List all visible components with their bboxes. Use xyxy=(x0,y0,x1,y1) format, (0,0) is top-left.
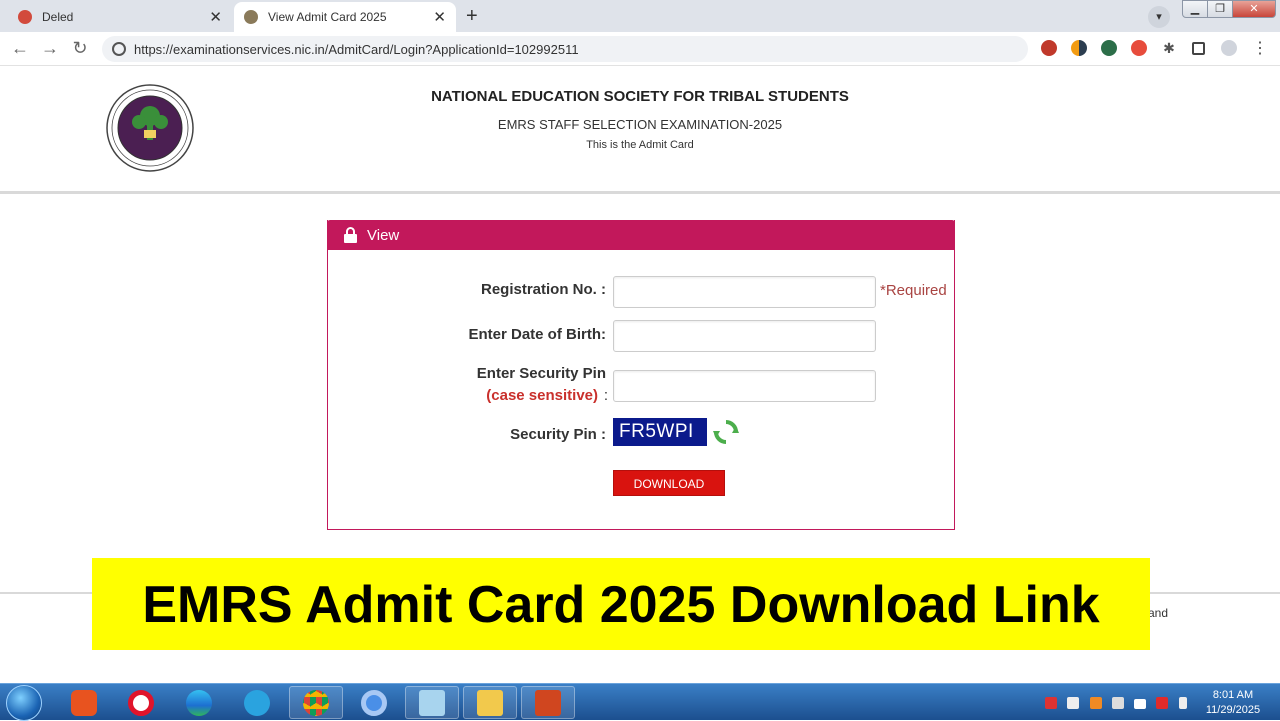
tab-title: View Admit Card 2025 xyxy=(268,10,387,24)
tray-flag-icon[interactable] xyxy=(1112,697,1124,709)
clock-date: 11/29/2025 xyxy=(1205,704,1261,716)
refresh-captcha-icon[interactable] xyxy=(712,418,740,446)
page-header: NATIONAL EDUCATION SOCIETY FOR TRIBAL ST… xyxy=(0,66,1280,194)
tab-deled[interactable]: Deled ✕ xyxy=(8,2,232,32)
menu-kebab-icon[interactable]: ⋮ xyxy=(1252,38,1268,58)
panel-title: View xyxy=(367,226,400,244)
opera-icon xyxy=(128,689,154,716)
folder-icon xyxy=(477,689,503,716)
taskbar-notepad[interactable] xyxy=(405,686,459,719)
security-pin-input[interactable] xyxy=(613,370,876,402)
url-text: https://examinationservices.nic.in/Admit… xyxy=(134,41,579,57)
promo-banner: EMRS Admit Card 2025 Download Link xyxy=(92,558,1150,650)
tab-view-admit-card[interactable]: View Admit Card 2025 ✕ xyxy=(234,2,456,32)
admit-card-form-panel: View Registration No. : *Required Enter … xyxy=(327,220,955,530)
extension-s-icon[interactable] xyxy=(1041,40,1057,56)
minimize-button[interactable]: ▁ xyxy=(1182,0,1208,18)
tray-volume-icon[interactable] xyxy=(1067,697,1079,709)
reload-icon[interactable]: ↻ xyxy=(69,37,91,59)
clock-time: 8:01 AM xyxy=(1212,689,1254,701)
extension-half-circle-icon[interactable] xyxy=(1071,40,1087,56)
browser-tabstrip: Deled ✕ View Admit Card 2025 ✕ + ▾ ▁ ❐ ✕ xyxy=(0,0,1280,32)
close-tab-icon[interactable]: ✕ xyxy=(209,8,222,26)
taskbar-chrome[interactable] xyxy=(289,686,343,719)
tab-title: Deled xyxy=(42,10,74,24)
powerpoint-icon xyxy=(535,689,561,716)
windows-taskbar: 8:01 AM 11/29/2025 xyxy=(0,683,1280,721)
organization-title: NATIONAL EDUCATION SOCIETY FOR TRIBAL ST… xyxy=(431,88,849,105)
exam-title: EMRS STAFF SELECTION EXAMINATION-2025 xyxy=(497,117,783,132)
tray-battery-icon[interactable] xyxy=(1179,697,1187,709)
taskbar-opera[interactable] xyxy=(114,686,168,719)
tab-search-chevron-icon[interactable]: ▾ xyxy=(1148,6,1170,28)
telegram-icon xyxy=(244,689,270,716)
tray-network-icon[interactable] xyxy=(1134,699,1146,709)
banner-text: EMRS Admit Card 2025 Download Link xyxy=(142,576,1100,634)
back-arrow-icon[interactable]: ← xyxy=(9,37,31,59)
extensions-puzzle-icon[interactable]: ✱ xyxy=(1161,40,1177,56)
taskbar-brave[interactable] xyxy=(57,686,111,719)
lock-icon xyxy=(344,227,357,243)
taskbar-chromium[interactable] xyxy=(347,686,401,719)
admit-card-subtitle: This is the Admit Card xyxy=(586,139,694,151)
dob-input[interactable] xyxy=(613,320,876,352)
registration-input[interactable] xyxy=(613,276,876,308)
site-info-icon[interactable] xyxy=(112,42,126,56)
chrome-icon xyxy=(303,689,329,716)
security-pin-label: Enter Security Pin xyxy=(476,365,606,382)
new-tab-button[interactable]: + xyxy=(466,6,478,26)
start-button[interactable] xyxy=(6,685,42,721)
case-sensitive-text: (case sensitive) xyxy=(486,387,598,404)
case-sensitive-note: (case sensitive) xyxy=(388,387,598,404)
side-panel-icon[interactable] xyxy=(1192,42,1205,55)
panel-header: View xyxy=(327,220,955,250)
extension-g-icon[interactable] xyxy=(1131,40,1147,56)
close-window-button[interactable]: ✕ xyxy=(1232,0,1276,18)
footer-text-fragment: and xyxy=(1148,606,1169,620)
taskbar-telegram[interactable] xyxy=(230,686,284,719)
taskbar-clock[interactable]: 8:01 AM 11/29/2025 xyxy=(1200,688,1266,718)
address-bar[interactable]: https://examinationservices.nic.in/Admit… xyxy=(102,36,1028,62)
dob-label: Enter Date of Birth: xyxy=(468,326,606,343)
browser-toolbar: ← → ↻ https://examinationservices.nic.in… xyxy=(0,32,1280,66)
tray-q-icon[interactable] xyxy=(1156,697,1168,709)
brave-icon xyxy=(71,689,97,716)
profile-avatar-icon[interactable] xyxy=(1221,40,1237,56)
deled-favicon-icon xyxy=(18,10,32,24)
colon-text: : xyxy=(603,387,608,404)
required-indicator: *Required xyxy=(880,282,947,299)
close-tab-icon[interactable]: ✕ xyxy=(433,8,446,26)
emblem-favicon-icon xyxy=(244,10,258,24)
edge-icon xyxy=(186,689,212,716)
captcha-label: Security Pin : xyxy=(510,426,606,443)
taskbar-edge[interactable] xyxy=(172,686,226,719)
captcha-image: FR5WPI xyxy=(613,418,707,446)
tray-alert-icon[interactable] xyxy=(1045,697,1057,709)
registration-label: Registration No. : xyxy=(480,281,606,298)
chromium-icon xyxy=(361,689,387,716)
notepad-icon xyxy=(419,689,445,716)
tray-app-icon[interactable] xyxy=(1090,697,1102,709)
taskbar-powerpoint[interactable] xyxy=(521,686,575,719)
maximize-button[interactable]: ❐ xyxy=(1207,0,1233,18)
forward-arrow-icon[interactable]: → xyxy=(39,37,61,59)
download-button[interactable]: DOWNLOAD xyxy=(613,470,725,496)
extension-mouse-icon[interactable] xyxy=(1101,40,1117,56)
taskbar-explorer[interactable] xyxy=(463,686,517,719)
